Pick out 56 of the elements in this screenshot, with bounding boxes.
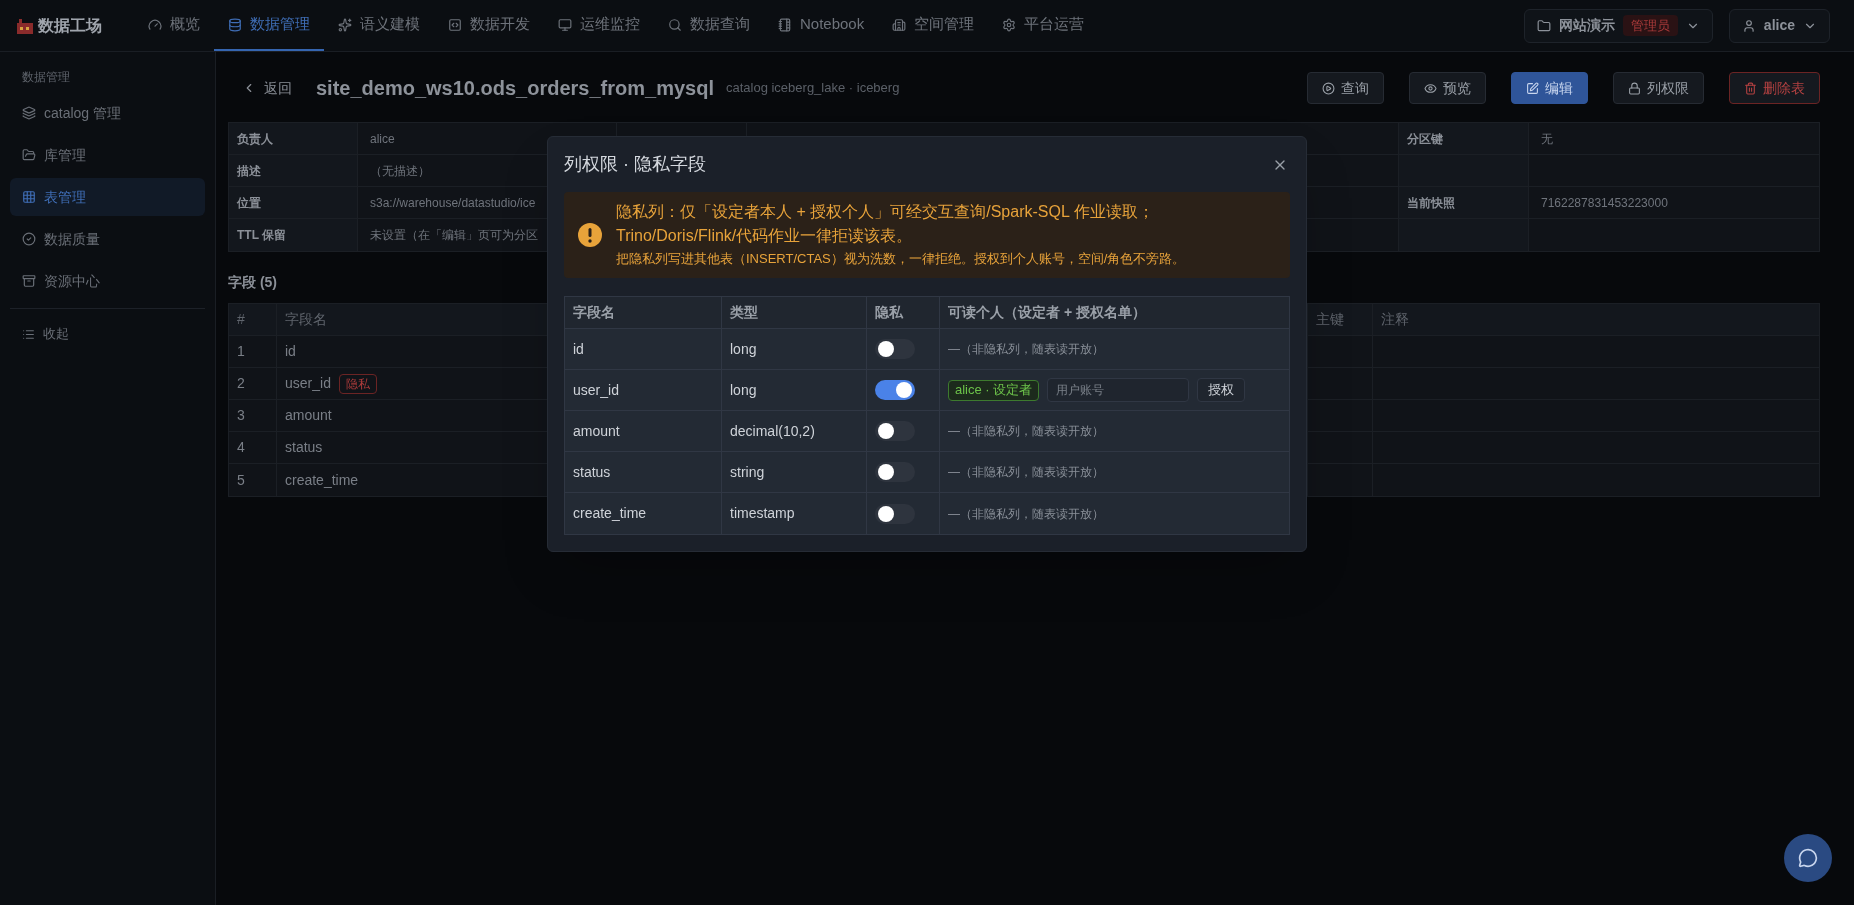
- info-label: TTL 保留: [229, 219, 358, 251]
- field-name: amount: [573, 421, 620, 441]
- brand-name: 数据工场: [38, 15, 102, 36]
- field-name: status: [285, 438, 323, 457]
- info-value: 无: [1541, 130, 1553, 148]
- row-index: 1: [237, 342, 245, 361]
- non-private-note: —（非隐私列，随表读开放）: [948, 505, 1104, 523]
- field-type: decimal(10,2): [730, 421, 815, 441]
- column-header: 字段名: [285, 310, 327, 329]
- field-name: create_time: [573, 504, 647, 523]
- owner-tag: alice · 设定者: [948, 379, 1040, 401]
- field-name: status: [573, 462, 611, 482]
- field-name: user_id: [573, 380, 619, 400]
- field-name: amount: [285, 406, 332, 425]
- field-type: long: [730, 339, 757, 359]
- field-type: long: [730, 380, 757, 400]
- info-value: s3a://warehouse/datastudio/ice: [370, 194, 536, 212]
- fields-heading: 字段 (5): [228, 273, 278, 292]
- info-value: alice: [370, 130, 395, 148]
- field-name: create_time: [285, 470, 359, 490]
- table-title: site_demo_ws10.ods_orders_from_mysql: [316, 76, 714, 101]
- row-index: 4: [237, 438, 245, 457]
- info-label: 描述: [229, 155, 358, 186]
- field-type: string: [730, 462, 765, 482]
- dialog-title: 列权限 · 隐私字段: [564, 153, 706, 176]
- info-label: 位置: [229, 187, 358, 218]
- warning-text: Trino/Doris/Flink/代码作业一律拒读该表。: [616, 226, 914, 246]
- column-header: 字段名: [573, 303, 615, 322]
- non-private-note: —（非隐私列，随表读开放）: [948, 341, 1104, 358]
- field-name: user_id: [285, 374, 331, 393]
- info-value: 7162287831453223000: [1541, 194, 1668, 212]
- role-badge: 管理员: [1622, 14, 1678, 37]
- field-type: timestamp: [730, 504, 795, 523]
- column-header: 主键: [1316, 310, 1344, 329]
- column-header: 类型: [730, 303, 758, 322]
- info-value: （无描述）: [370, 162, 430, 180]
- row-index: 2: [237, 374, 245, 393]
- column-header: 注释: [1381, 310, 1409, 329]
- sidebar-section-title: 数据管理: [21, 69, 71, 86]
- column-header: 可读个人（设定者 + 授权名单）: [948, 303, 1146, 322]
- info-label: 当前快照: [1399, 187, 1529, 218]
- row-index: 3: [237, 406, 245, 425]
- field-name: id: [573, 339, 584, 359]
- non-private-note: —（非隐私列，随表读开放）: [948, 423, 1104, 440]
- warning-text: 隐私列：仅「设定者本人 + 授权个人」可经交互查询/Spark-SQL 作业读取；: [616, 202, 1155, 222]
- row-index: 5: [237, 470, 245, 490]
- info-label: 分区键: [1399, 123, 1529, 154]
- info-value: 未设置（在「编辑」页可为分区: [370, 227, 538, 244]
- column-header: #: [237, 310, 245, 329]
- warning-note: 把隐私列写进其他表（INSERT/CTAS）视为洗数，一律拒绝。授权到个人账号，空间/角色不旁路。: [616, 250, 1186, 268]
- private-tag: 隐私: [338, 373, 377, 394]
- column-header: 隐私: [875, 303, 903, 322]
- catalog-subtitle: catalog iceberg_lake · iceberg: [725, 79, 900, 98]
- info-label: 负责人: [229, 123, 358, 154]
- non-private-note: —（非隐私列，随表读开放）: [948, 464, 1104, 481]
- field-name: id: [285, 342, 296, 361]
